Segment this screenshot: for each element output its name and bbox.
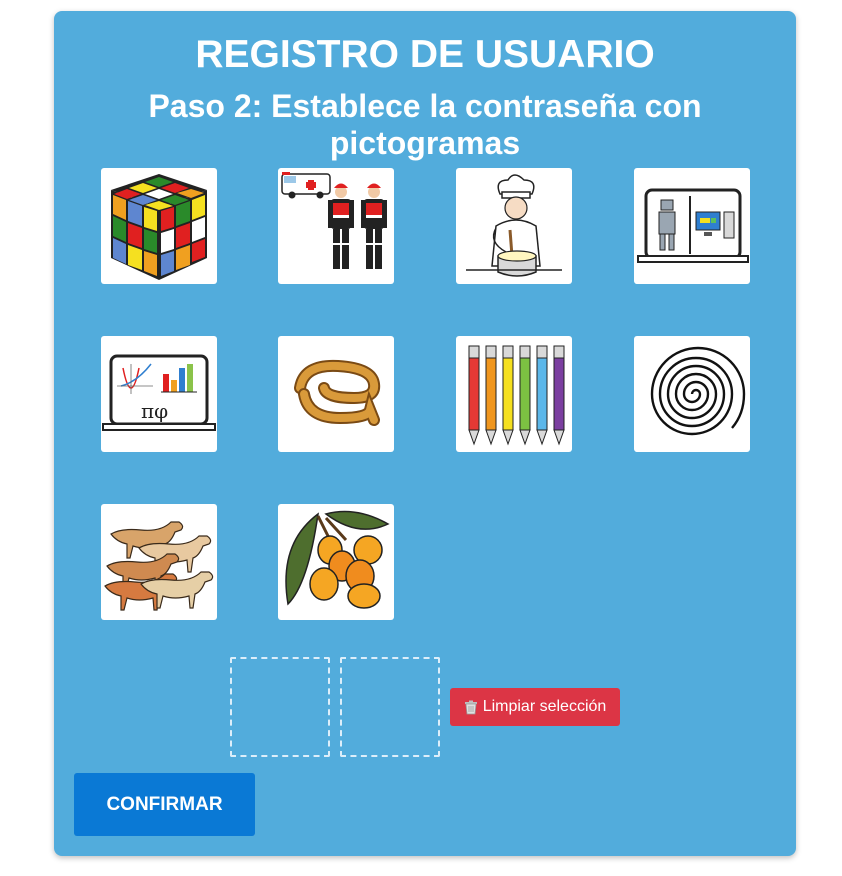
trash-icon [464, 700, 478, 715]
pictogram-dogs[interactable] [101, 504, 217, 620]
chef-cooking-icon [466, 174, 562, 277]
computer-robotics-icon [637, 188, 749, 263]
selection-slot-1[interactable] [230, 657, 330, 757]
colored-markers-icon [468, 345, 565, 446]
svg-text:πφ: πφ [141, 399, 168, 423]
clear-selection-label: Limpiar selección [482, 698, 607, 715]
churro-icon [294, 359, 381, 426]
clear-selection-button[interactable]: Limpiar selección [450, 688, 620, 726]
pictogram-spiral[interactable] [634, 336, 750, 452]
pictogram-chef[interactable] [456, 168, 572, 284]
page-title: REGISTRO DE USUARIO [195, 33, 655, 76]
page-subtitle: Paso 2: Establece la contraseña con pict… [148, 88, 702, 161]
pictogram-markers[interactable] [456, 336, 572, 452]
dogs-group-icon [104, 521, 214, 611]
spiral-icon [650, 346, 746, 436]
paramedics-ambulance-icon [281, 172, 387, 269]
loquats-fruit-icon [285, 510, 390, 609]
rubiks-cube-icon [111, 174, 207, 280]
laptop-math-icon: πφ [102, 354, 216, 431]
pictogram-loquats[interactable] [278, 504, 394, 620]
pictogram-rubiks-cube[interactable] [101, 168, 217, 284]
pictogram-churro[interactable] [278, 336, 394, 452]
selection-slot-2[interactable] [340, 657, 440, 757]
pictogram-laptop-math[interactable]: πφ [101, 336, 217, 452]
pictogram-robotics-computer[interactable] [634, 168, 750, 284]
registration-card: REGISTRO DE USUARIO Paso 2: Establece la… [54, 11, 796, 856]
pictogram-paramedics[interactable] [278, 168, 394, 284]
confirm-button[interactable]: CONFIRMAR [74, 773, 255, 836]
